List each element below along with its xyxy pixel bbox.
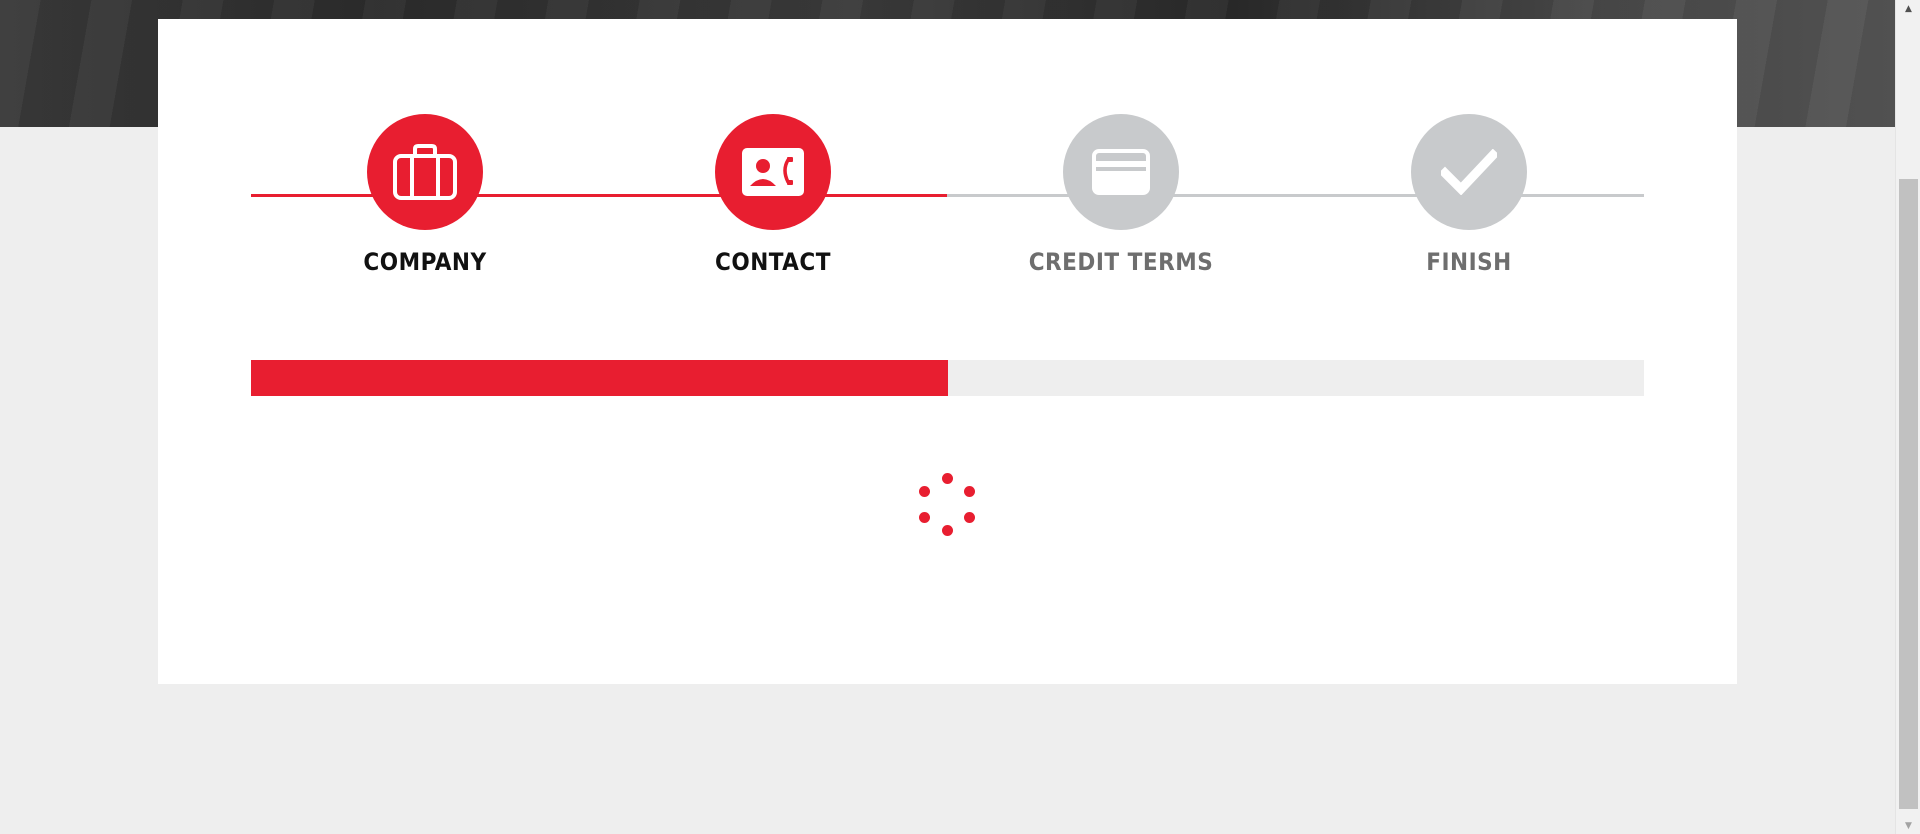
vertical-scrollbar[interactable]: ▲ ▼ bbox=[1895, 0, 1920, 834]
spinner-dot bbox=[918, 485, 930, 497]
step-credit-terms-circle bbox=[1063, 114, 1179, 230]
loading-spinner-icon bbox=[916, 472, 978, 536]
step-contact-circle bbox=[715, 114, 831, 230]
spinner-dot bbox=[918, 511, 930, 523]
spinner-dot bbox=[941, 524, 953, 536]
checkmark-icon bbox=[1441, 149, 1497, 195]
progress-bar-fill bbox=[251, 360, 948, 396]
step-indicator: COMPANY CONTACT CREDIT TERMS FINISH bbox=[251, 114, 1644, 314]
spinner-dot bbox=[964, 511, 976, 523]
contact-card-icon bbox=[742, 148, 804, 196]
step-contact[interactable]: CONTACT bbox=[663, 114, 883, 276]
step-contact-label: CONTACT bbox=[715, 248, 831, 276]
scrollbar-thumb[interactable] bbox=[1899, 179, 1918, 809]
step-company-label: COMPANY bbox=[363, 248, 487, 276]
step-company-circle bbox=[367, 114, 483, 230]
wizard-card: COMPANY CONTACT CREDIT TERMS FINISH bbox=[158, 19, 1737, 684]
spinner-dot bbox=[964, 485, 976, 497]
progress-bar bbox=[251, 360, 1644, 396]
scroll-up-arrow-icon[interactable]: ▲ bbox=[1896, 0, 1920, 17]
step-finish-label: FINISH bbox=[1426, 248, 1512, 276]
step-finish-circle bbox=[1411, 114, 1527, 230]
step-credit-terms-label: CREDIT TERMS bbox=[1028, 248, 1214, 276]
spinner-dot bbox=[941, 472, 953, 484]
step-company[interactable]: COMPANY bbox=[315, 114, 535, 276]
briefcase-icon bbox=[392, 143, 458, 201]
scroll-down-arrow-icon[interactable]: ▼ bbox=[1896, 817, 1920, 834]
credit-card-icon bbox=[1092, 149, 1150, 195]
step-credit-terms[interactable]: CREDIT TERMS bbox=[1011, 114, 1231, 276]
step-finish[interactable]: FINISH bbox=[1359, 114, 1579, 276]
